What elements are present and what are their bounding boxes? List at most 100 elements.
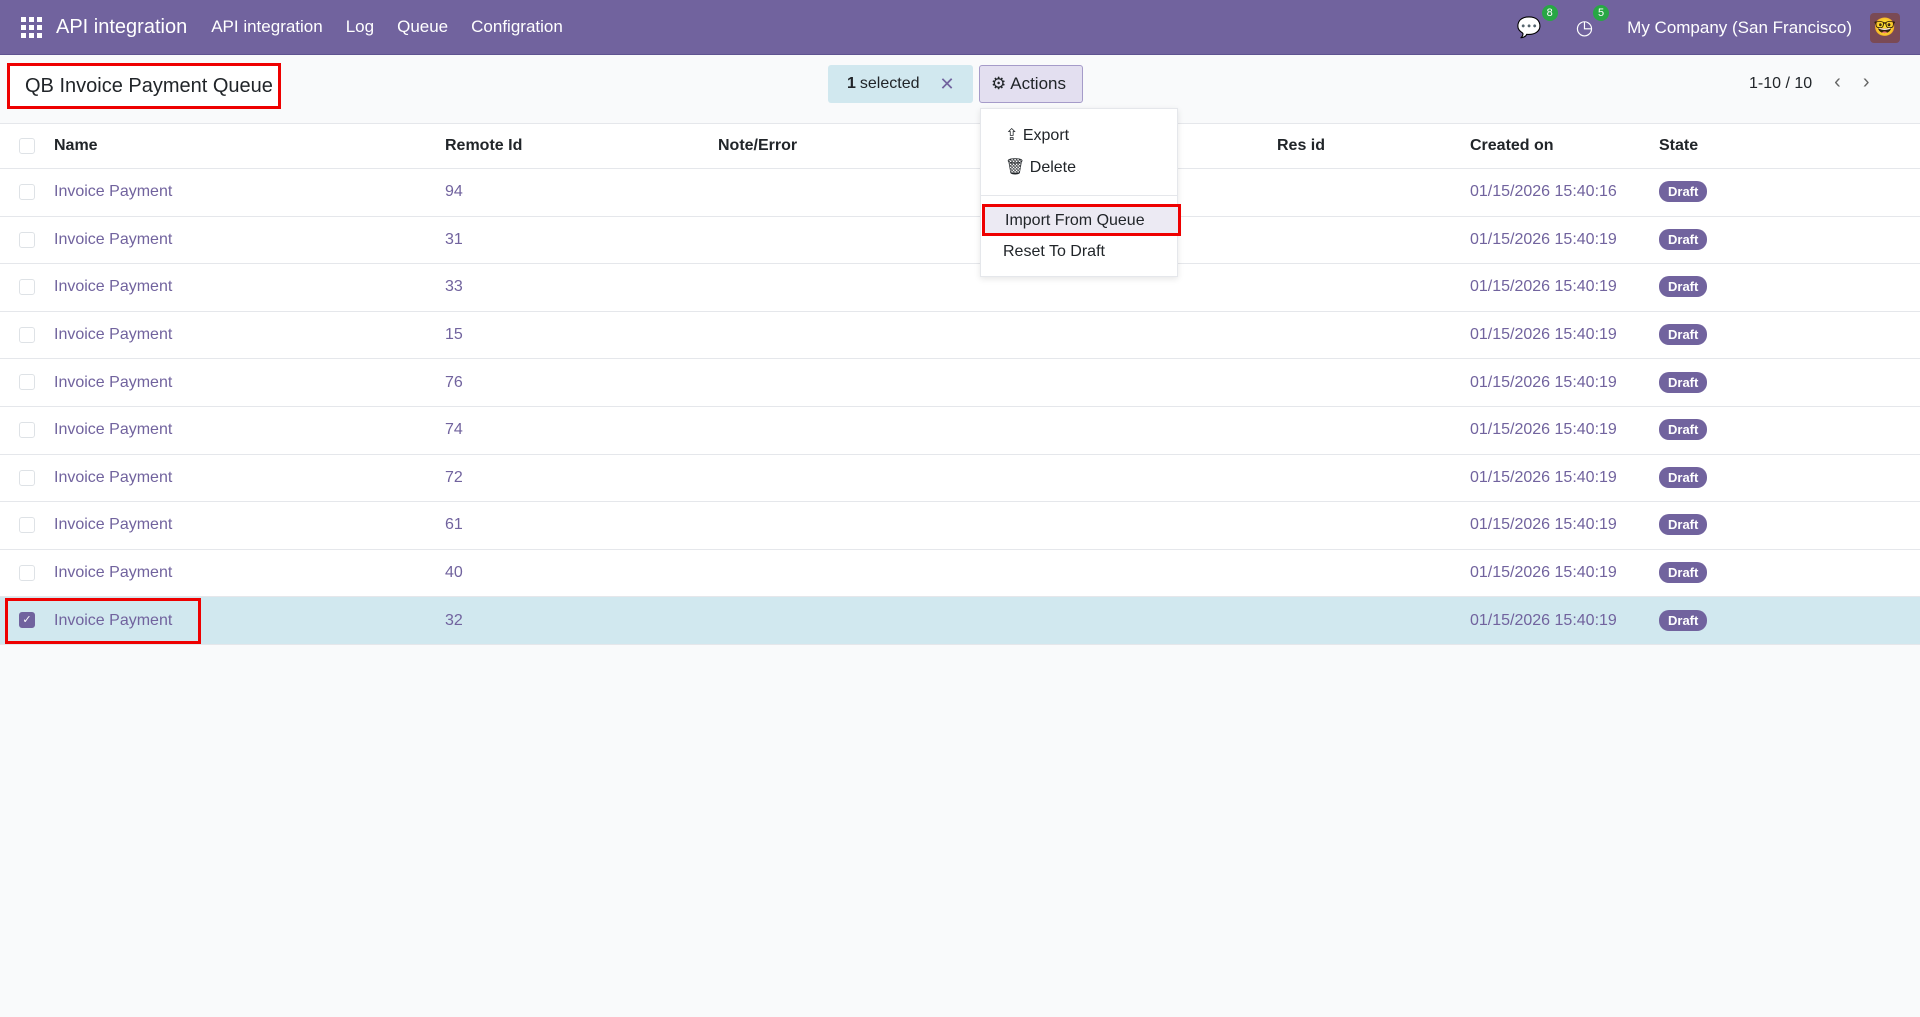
row-checkbox[interactable] [19,422,35,439]
row-checkbox[interactable] [19,374,35,391]
queue-table: Name Remote Id Note/Error Res id Created… [0,123,1920,645]
row-created-on: 01/15/2026 15:40:19 [1470,596,1659,645]
row-name[interactable]: Invoice Payment [54,358,445,407]
row-checkbox[interactable] [19,326,35,343]
trash-icon: 🗑 [1005,159,1026,176]
row-name[interactable]: Invoice Payment [54,263,445,312]
state-badge: Draft [1659,228,1708,250]
state-badge: Draft [1659,514,1708,536]
action-export[interactable]: ⇪ Export [1005,125,1069,145]
menu-api-integration[interactable]: API integration [211,17,323,37]
activity-badge: 5 [1593,5,1610,21]
col-res-id[interactable]: Res id [1277,123,1470,169]
table-row[interactable]: Invoice Payment 76 01/15/2026 15:40:19 D… [0,358,1920,407]
row-name[interactable]: Invoice Payment [54,168,445,217]
row-res-id [1277,168,1470,217]
state-badge: Draft [1659,371,1708,393]
row-remote-id: 40 [445,549,718,598]
state-badge: Draft [1659,276,1708,298]
row-name[interactable]: Invoice Payment [54,501,445,550]
action-import-from-queue[interactable]: Import From Queue [982,204,1181,236]
state-badge: Draft [1659,609,1708,631]
row-note [718,406,1277,455]
row-created-on: 01/15/2026 15:40:19 [1470,454,1659,503]
table-row[interactable]: Invoice Payment 33 01/15/2026 15:40:19 D… [0,263,1920,312]
state-badge: Draft [1659,181,1708,203]
row-note [718,358,1277,407]
activity-clock-icon[interactable]: ◷ 5 [1576,5,1610,40]
page-title: QB Invoice Payment Queue [7,63,281,109]
actions-dropdown: ⇪ Export 🗑 Delete Import From Queue Rese… [980,108,1181,277]
table-row[interactable]: Invoice Payment 72 01/15/2026 15:40:19 D… [0,454,1920,503]
table-row[interactable]: ✓ Invoice Payment 32 01/15/2026 15:40:19… [0,596,1920,645]
chevron-left-icon[interactable]: ‹ [1834,71,1841,94]
select-all-checkbox[interactable] [19,137,35,154]
selection-chip: 1 selected ✕ [828,65,973,103]
state-badge: Draft [1659,324,1708,346]
table-row[interactable]: Invoice Payment 94 01/15/2026 15:40:16 D… [0,168,1920,217]
export-label: Export [1022,127,1070,144]
col-state[interactable]: State [1659,123,1920,169]
row-res-id [1277,263,1470,312]
state-badge: Draft [1659,466,1708,488]
menu-queue[interactable]: Queue [397,17,448,37]
user-avatar[interactable]: 🤓 [1870,12,1900,43]
table-row[interactable]: Invoice Payment 40 01/15/2026 15:40:19 D… [0,549,1920,598]
row-remote-id: 72 [445,454,718,503]
pager-range[interactable]: 1-10 / 10 [1749,75,1812,94]
table-row[interactable]: Invoice Payment 31 01/15/2026 15:40:19 D… [0,216,1920,265]
state-badge: Draft [1659,562,1708,584]
row-created-on: 01/15/2026 15:40:19 [1470,358,1659,407]
table-row[interactable]: Invoice Payment 15 01/15/2026 15:40:19 D… [0,311,1920,360]
row-res-id [1277,501,1470,550]
action-delete[interactable]: 🗑 Delete [1005,157,1076,177]
row-res-id [1277,454,1470,503]
row-name[interactable]: Invoice Payment [54,216,445,265]
app-brand[interactable]: API integration [56,16,187,39]
actions-label: Actions [1010,74,1066,93]
row-note [718,311,1277,360]
col-created-on[interactable]: Created on [1470,123,1659,169]
table-row[interactable]: Invoice Payment 74 01/15/2026 15:40:19 D… [0,406,1920,455]
messages-badge: 8 [1541,5,1558,21]
table-row[interactable]: Invoice Payment 61 01/15/2026 15:40:19 D… [0,501,1920,550]
col-name[interactable]: Name [54,123,445,169]
table-header: Name Remote Id Note/Error Res id Created… [0,123,1920,169]
row-checkbox[interactable] [19,279,35,296]
company-switcher[interactable]: My Company (San Francisco) [1627,18,1852,38]
row-remote-id: 15 [445,311,718,360]
row-res-id [1277,549,1470,598]
row-res-id [1277,311,1470,360]
row-created-on: 01/15/2026 15:40:19 [1470,501,1659,550]
row-name[interactable]: Invoice Payment [54,406,445,455]
apps-grid-icon[interactable] [21,16,42,38]
row-name[interactable]: Invoice Payment [54,549,445,598]
row-checkbox[interactable] [19,564,35,581]
row-checkbox[interactable] [19,184,35,201]
row-checkbox[interactable] [19,517,35,534]
row-created-on: 01/15/2026 15:40:19 [1470,216,1659,265]
menu-configuration[interactable]: Configration [471,17,563,37]
actions-button[interactable]: ⚙ Actions [979,65,1083,103]
action-reset-to-draft[interactable]: Reset To Draft [1003,243,1105,261]
row-name[interactable]: Invoice Payment [54,454,445,503]
row-remote-id: 32 [445,596,718,645]
state-badge: Draft [1659,419,1708,441]
row-checkbox[interactable] [19,469,35,486]
row-remote-id: 31 [445,216,718,265]
selected-count: 1 [847,75,856,92]
row-remote-id: 61 [445,501,718,550]
row-res-id [1277,358,1470,407]
row-checkbox[interactable] [19,231,35,248]
messages-icon[interactable]: 💬 8 [1517,5,1558,40]
row-note [718,549,1277,598]
row-res-id [1277,596,1470,645]
row-res-id [1277,406,1470,455]
chevron-right-icon[interactable]: › [1863,71,1870,94]
gear-icon: ⚙ [991,74,1007,93]
clear-selection-icon[interactable]: ✕ [940,74,955,95]
col-remote-id[interactable]: Remote Id [445,123,718,169]
top-navbar: API integration API integration Log Queu… [0,0,1920,55]
menu-log[interactable]: Log [346,17,374,37]
row-name[interactable]: Invoice Payment [54,311,445,360]
